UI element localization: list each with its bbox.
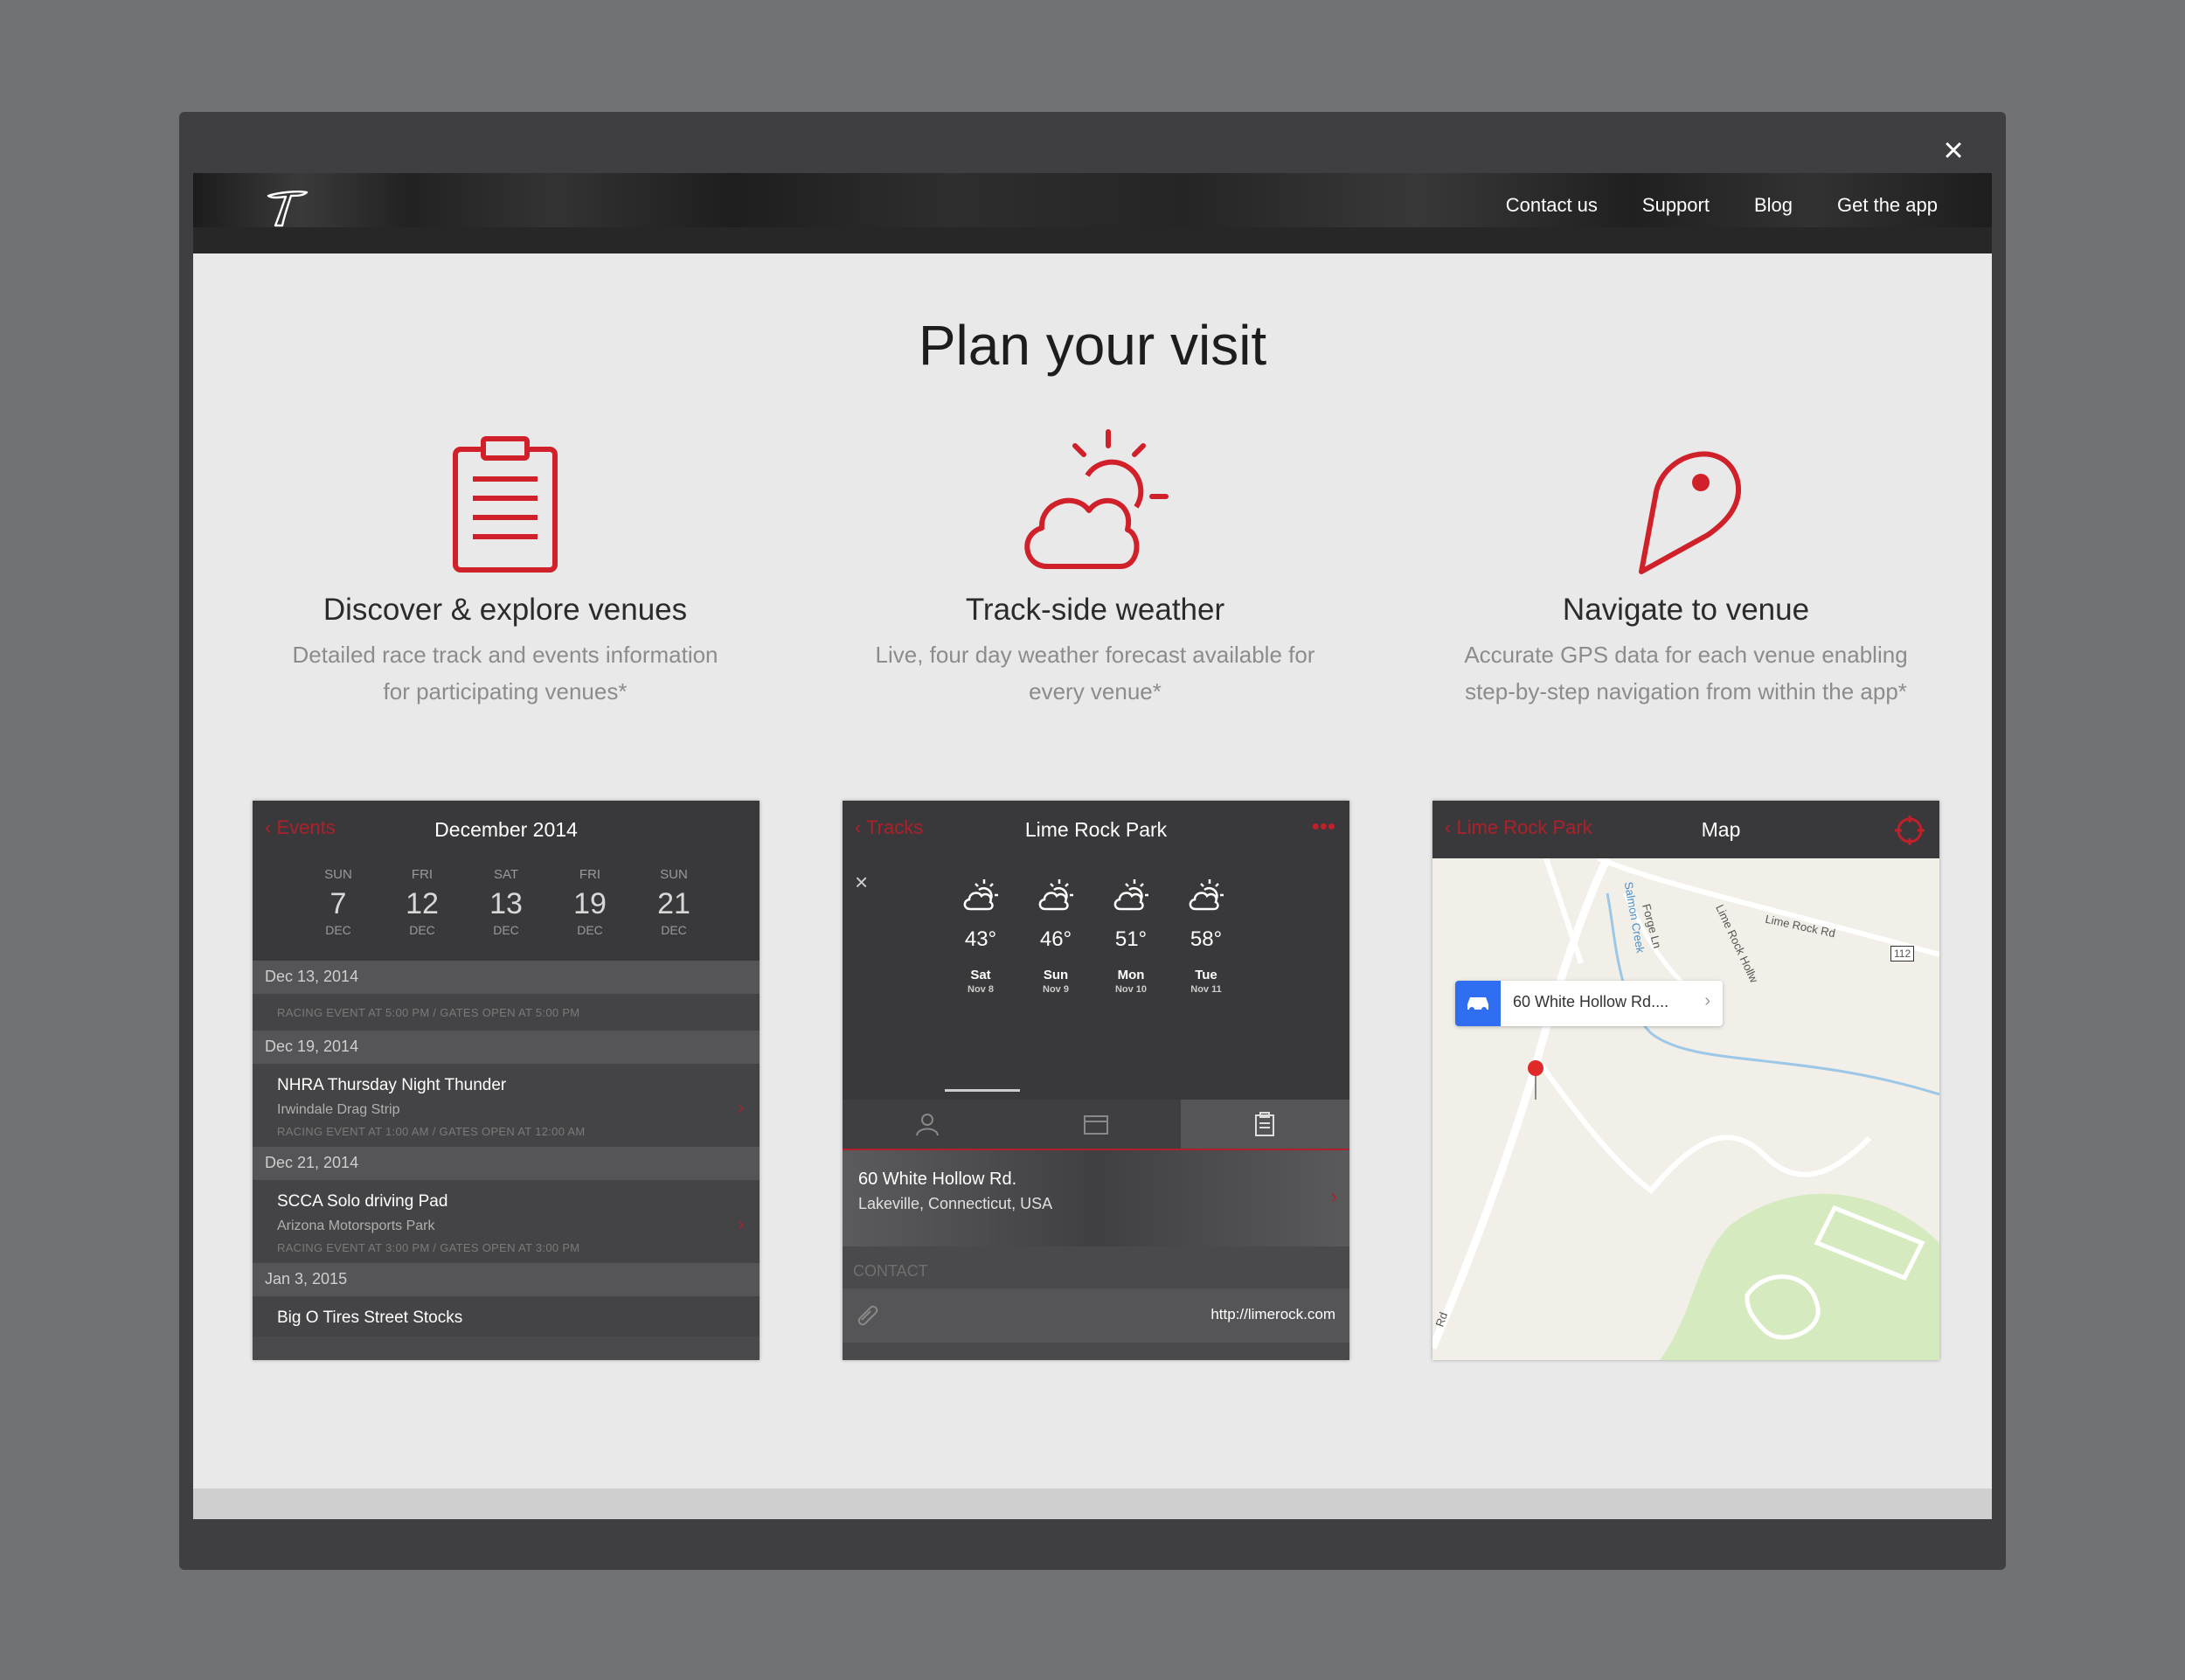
feature-description: Live, four day weather forecast availabl… <box>875 642 1315 705</box>
event-date-header: Dec 21, 2014 <box>253 1147 760 1180</box>
date-item[interactable]: SUN 21 DEC <box>632 867 716 961</box>
nav-get-the-app[interactable]: Get the app <box>1837 194 1938 217</box>
feature-description: Accurate GPS data for each venue enablin… <box>1464 642 1908 705</box>
partly-cloudy-icon <box>1113 879 1148 911</box>
list-item[interactable]: RACING EVENT AT 5:00 PM / GATES OPEN AT … <box>253 994 760 1031</box>
locate-icon[interactable] <box>1894 815 1925 846</box>
site-preview: Contact us Support Blog Get the app Plan… <box>193 173 1992 1519</box>
screen-title: Lime Rock Park <box>1024 818 1168 841</box>
calendar-icon <box>1083 1115 1108 1135</box>
nav-contact-us[interactable]: Contact us <box>1506 194 1598 217</box>
forecast-day[interactable]: 43° Sat Nov 8 <box>943 878 1018 995</box>
list-item[interactable]: NHRA Thursday Night Thunder Irwindale Dr… <box>253 1064 760 1147</box>
car-icon <box>1455 981 1501 1026</box>
page-title: Plan your visit <box>918 314 1267 377</box>
forecast-day[interactable]: 51° Mon Nov 10 <box>1093 878 1169 995</box>
weather-screenshot: ‹ Tracks Lime Rock Park ••• × 43° Sat No… <box>843 801 1349 1360</box>
modal-dialog: × Contact us Support Blog Get the app Pl… <box>179 112 2006 1570</box>
feature-navigate: Navigate to venue Accurate GPS data for … <box>1415 427 1957 710</box>
link-icon <box>857 1305 878 1326</box>
screen-title: December 2014 <box>434 818 578 841</box>
nav-blog[interactable]: Blog <box>1754 194 1793 217</box>
date-item[interactable]: SUN 7 DEC <box>296 867 380 961</box>
tab-calendar[interactable] <box>1011 1100 1180 1149</box>
footer-strip <box>193 1489 1992 1519</box>
section-header: TECHNICAL PARAMETERS <box>843 1343 1349 1360</box>
nav-support[interactable]: Support <box>1642 194 1710 217</box>
feature-title: Track-side weather <box>965 593 1225 627</box>
address-row[interactable]: 60 White Hollow Rd. Lakeville, Connectic… <box>843 1150 1349 1246</box>
site-header: Contact us Support Blog Get the app <box>193 173 1992 253</box>
date-item[interactable]: SAT 13 DEC <box>464 867 548 961</box>
detail-tabs <box>843 1100 1349 1150</box>
event-date-header: Dec 13, 2014 <box>253 961 760 994</box>
partly-cloudy-icon <box>1038 879 1073 911</box>
weather-forecast: × 43° Sat Nov 8 46° Sun Nov 9 51° Mon No… <box>843 860 1349 1100</box>
map-screenshot: ‹ Lime Rock Park Map 60 White Hollow Rd.… <box>1432 801 1939 1360</box>
clipboard-icon <box>1255 1112 1275 1136</box>
feature-venues: Discover & explore venues Detailed race … <box>234 427 776 710</box>
partly-cloudy-icon <box>1189 879 1224 911</box>
chevron-right-icon: › <box>738 1099 744 1118</box>
events-screenshot: ‹ Events December 2014 SUN 7 DEC FRI 12 DEC … <box>253 801 760 1360</box>
date-item[interactable]: FRI 12 DEC <box>380 867 464 961</box>
list-item[interactable]: SCCA Solo driving Pad Arizona Motorsport… <box>253 1180 760 1263</box>
forecast-day[interactable]: 46° Sun Nov 9 <box>1018 878 1093 995</box>
people-icon <box>915 1114 939 1136</box>
section-header: CONTACT <box>843 1246 1349 1288</box>
weather-icon <box>1024 429 1169 569</box>
location-callout[interactable]: 60 White Hollow Rd.... › <box>1455 981 1723 1026</box>
feature-title: Discover & explore venues <box>323 593 688 627</box>
selected-day-indicator <box>945 1089 1020 1092</box>
chevron-right-icon: › <box>738 1215 744 1234</box>
event-date-header: Dec 19, 2014 <box>253 1031 760 1064</box>
chevron-right-icon: › <box>1330 1185 1337 1207</box>
top-nav: Contact us Support Blog Get the app <box>1506 194 1938 217</box>
route-shield: 112 <box>1890 946 1915 961</box>
clipboard-icon <box>453 436 558 573</box>
map-marker-icon <box>1528 1060 1543 1100</box>
chevron-left-icon: ‹ <box>1445 816 1457 838</box>
map-pin-icon <box>1639 451 1742 574</box>
date-strip: SUN 7 DEC FRI 12 DEC SAT 13 DEC FRI 19 DEC SUN 21… <box>253 860 760 961</box>
feature-weather: Track-side weather Live, four day weathe… <box>824 427 1366 710</box>
map-roads <box>1432 858 1939 1360</box>
more-icon[interactable]: ••• <box>1312 813 1335 840</box>
feature-title: Navigate to venue <box>1562 593 1810 627</box>
brand-logo-icon[interactable] <box>263 184 312 233</box>
event-date-header: Jan 3, 2015 <box>253 1263 760 1296</box>
tab-info[interactable] <box>1180 1100 1349 1149</box>
partly-cloudy-icon <box>963 879 998 911</box>
map-view[interactable]: 60 White Hollow Rd.... › Lime Rock Rd Sa… <box>1432 858 1939 1360</box>
chevron-right-icon: › <box>1704 991 1710 1010</box>
feature-description: Detailed race track and events informati… <box>292 642 718 705</box>
forecast-day[interactable]: 58° Tue Nov 11 <box>1169 878 1244 995</box>
date-item[interactable]: FRI 19 DEC <box>548 867 632 961</box>
website-row[interactable]: http://limerock.com <box>843 1288 1349 1343</box>
close-icon[interactable]: × <box>1932 129 1974 171</box>
close-icon[interactable]: × <box>855 869 868 896</box>
tab-people[interactable] <box>843 1100 1011 1149</box>
screen-title: Map <box>1701 818 1741 841</box>
list-item[interactable]: Big O Tires Street Stocks <box>253 1296 760 1336</box>
